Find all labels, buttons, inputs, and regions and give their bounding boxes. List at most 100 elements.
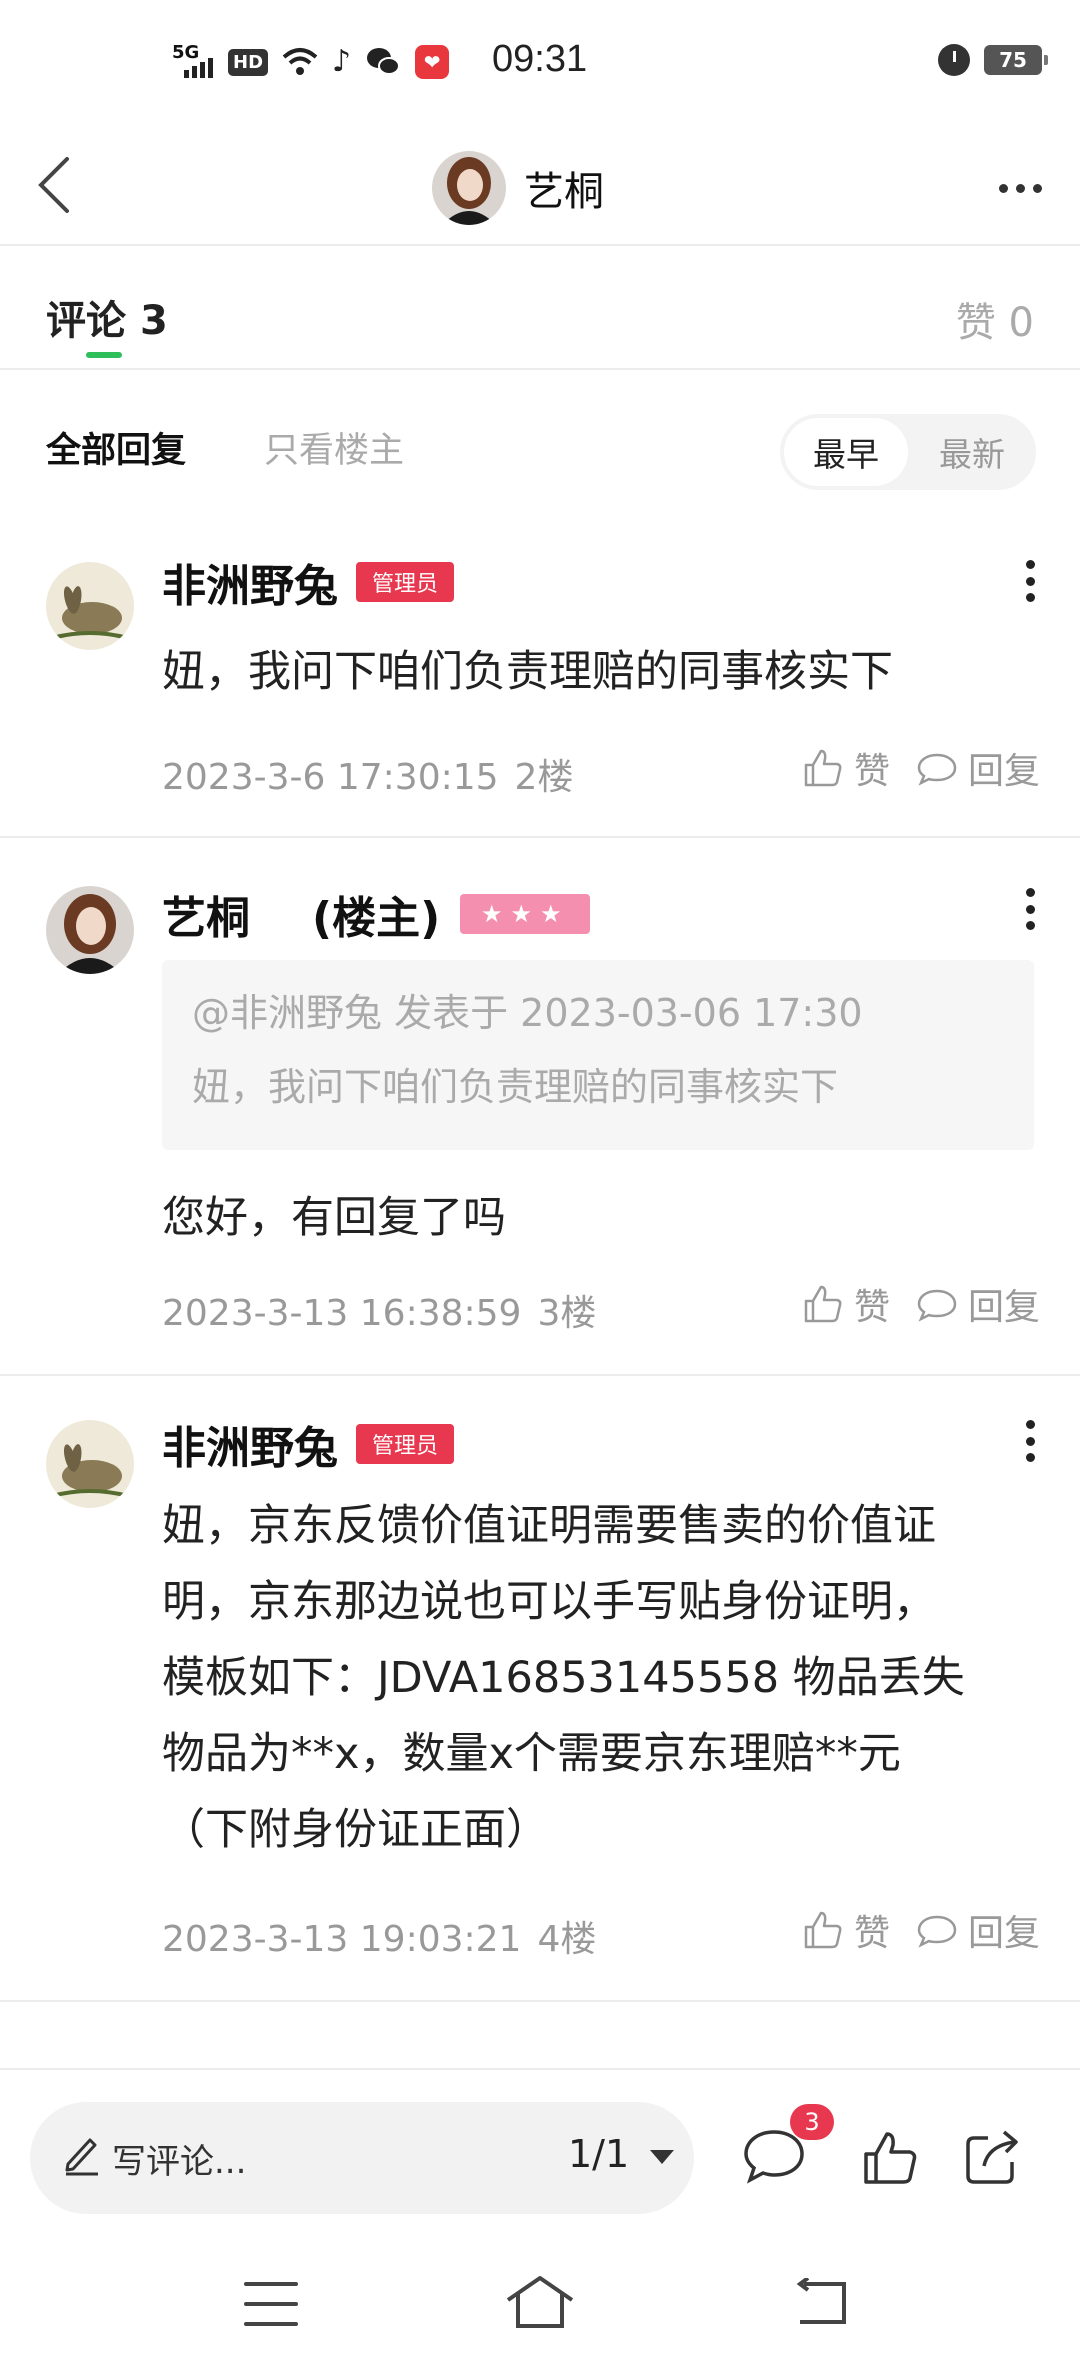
top-nav-bar: 艺桐 [0, 130, 1080, 246]
tab-likes-count: 0 [1008, 300, 1034, 346]
comment-count-badge: 3 [790, 2104, 834, 2140]
back-button[interactable] [24, 140, 84, 230]
comment-meta: 2023-3-13 19:03:21 4楼 [162, 1910, 596, 1962]
comment-time: 2023-3-6 17:30:15 [162, 757, 499, 798]
sort-latest-button[interactable]: 最新 [912, 418, 1032, 486]
like-label: 赞 [853, 1913, 890, 1954]
alarm-icon [938, 44, 970, 76]
filter-all-replies[interactable]: 全部回复 [46, 422, 186, 473]
comment-author[interactable]: 艺桐 [162, 882, 250, 946]
op-label: (楼主) [312, 893, 441, 944]
comment-input[interactable]: 写评论... 1/1 [30, 2102, 694, 2214]
pinduoduo-icon: ❤ [415, 45, 450, 79]
comment-floor: 4楼 [537, 1919, 597, 1960]
comment-header: 非洲野兔 管理员 [162, 554, 455, 612]
filter-only-op[interactable]: 只看楼主 [264, 422, 404, 473]
speech-bubble-icon [917, 1915, 957, 1948]
comment-actions: 赞 回复 [802, 1278, 1040, 1330]
comment-more-button[interactable] [1020, 556, 1040, 606]
page-indicator[interactable]: 1/1 [568, 2132, 629, 2176]
comment-body-line: 妞，京东反馈价值证明需要售卖的价值证 [162, 1501, 936, 1551]
avatar[interactable] [432, 151, 506, 225]
avatar[interactable] [46, 1420, 134, 1508]
tab-comments-label: 评论 [46, 298, 126, 344]
wifi-icon [282, 48, 318, 75]
level-badge: ★★★ [460, 894, 591, 934]
tab-comments-count: 3 [139, 298, 168, 344]
like-button[interactable]: 赞 [802, 1904, 890, 1956]
bottom-action-bar: 写评论... 1/1 3 [0, 2068, 1080, 2228]
comment-floor: 3楼 [537, 1293, 597, 1334]
comment-more-button[interactable] [1020, 884, 1040, 934]
status-right-icons: 75 [938, 44, 1048, 76]
comment-actions: 赞 回复 [802, 742, 1040, 794]
wechat-icon [367, 48, 401, 75]
more-options-button[interactable] [990, 160, 1050, 216]
speech-bubble-icon [917, 753, 957, 786]
signal-icon: 5G [172, 42, 214, 82]
avatar[interactable] [46, 562, 134, 650]
reply-button[interactable]: 回复 [916, 742, 1040, 794]
comment-body-line: （下附身份证正面） [162, 1805, 549, 1855]
comment-body-line: 明，京东那边说也可以手写贴身份证明， [162, 1577, 936, 1627]
nav-user[interactable]: 艺桐 [432, 130, 604, 246]
comment-author[interactable]: 非洲野兔 [162, 1412, 338, 1476]
comment-time: 2023-3-13 16:38:59 [162, 1293, 522, 1334]
like-label: 赞 [853, 1287, 890, 1328]
status-bar: 5G HD ♪ ❤ 09:31 75 [0, 0, 1080, 130]
like-button[interactable]: 赞 [802, 742, 890, 794]
thumbs-up-icon [804, 749, 842, 787]
tab-likes-label: 赞 [955, 300, 996, 346]
thumbs-up-icon [804, 1285, 842, 1323]
pencil-icon [65, 2138, 98, 2176]
dot [1015, 183, 1025, 193]
filter-row: 全部回复 只看楼主 最早 最新 [0, 372, 1080, 512]
reply-label: 回复 [967, 1287, 1040, 1328]
dot [1032, 183, 1042, 193]
comment-body-line: 模板如下：JDVA16853145558 物品丢失 [162, 1653, 965, 1703]
comment-meta: 2023-3-6 17:30:15 2楼 [162, 748, 573, 800]
share-icon[interactable] [962, 2126, 1024, 2188]
comment-more-button[interactable] [1020, 1416, 1040, 1466]
status-left-icons: 5G HD ♪ ❤ [172, 42, 450, 82]
comment-time: 2023-3-13 19:03:21 [162, 1919, 522, 1960]
speech-bubble-icon [917, 1289, 957, 1322]
hd-icon: HD [228, 48, 269, 76]
dot [998, 183, 1008, 193]
comment-input-placeholder: 写评论... [112, 2142, 247, 2182]
comment-item: 非洲野兔 管理员 妞，京东反馈价值证明需要售卖的价值证 明，京东那边说也可以手写… [0, 1378, 1080, 2002]
avatar[interactable] [46, 886, 134, 974]
tab-active-indicator [86, 352, 122, 358]
comment-author[interactable]: 非洲野兔 [162, 550, 338, 614]
tab-likes[interactable]: 赞 0 [956, 290, 1034, 348]
caret-down-icon[interactable] [650, 2150, 674, 2164]
comment-header: 艺桐 (楼主) ★★★ [162, 886, 591, 944]
tab-bar: 评论 3 赞 0 [0, 248, 1080, 370]
comment-actions: 赞 回复 [802, 1904, 1040, 1956]
home-icon[interactable] [504, 2274, 576, 2330]
reply-label: 回复 [967, 1913, 1040, 1954]
comment-floor: 2楼 [514, 757, 574, 798]
chevron-left-icon [38, 157, 69, 213]
system-nav-bar [0, 2228, 1080, 2376]
tab-comments[interactable]: 评论 3 [46, 288, 168, 346]
comment-body: 妞，京东反馈价值证明需要售卖的价值证 明，京东那边说也可以手写贴身份证明， 模板… [162, 1488, 1042, 1868]
quote-header: @非洲野兔 发表于 2023-03-06 17:30 [192, 991, 863, 1035]
admin-badge: 管理员 [356, 1424, 455, 1464]
back-icon[interactable] [790, 2278, 850, 2326]
reply-button[interactable]: 回复 [916, 1278, 1040, 1330]
battery-icon: 75 [984, 45, 1048, 75]
quote-body: 妞，我问下咱们负责理赔的同事核实下 [192, 1065, 839, 1109]
status-time: 09:31 [492, 38, 588, 80]
sort-earliest-button[interactable]: 最早 [784, 418, 908, 486]
comment-body: 您好，有回复了吗 [162, 1193, 506, 1243]
comment-header: 非洲野兔 管理员 [162, 1416, 455, 1474]
reply-button[interactable]: 回复 [916, 1904, 1040, 1956]
reply-label: 回复 [967, 751, 1040, 792]
tiktok-icon: ♪ [332, 44, 352, 79]
comment-item: 非洲野兔 管理员 妞，我问下咱们负责理赔的同事核实下 2023-3-6 17:3… [0, 512, 1080, 838]
thumbs-up-icon[interactable] [860, 2128, 920, 2188]
recent-apps-button[interactable] [244, 2282, 298, 2326]
like-button[interactable]: 赞 [802, 1278, 890, 1330]
quoted-comment[interactable]: @非洲野兔 发表于 2023-03-06 17:30 妞，我问下咱们负责理赔的同… [162, 960, 1034, 1150]
